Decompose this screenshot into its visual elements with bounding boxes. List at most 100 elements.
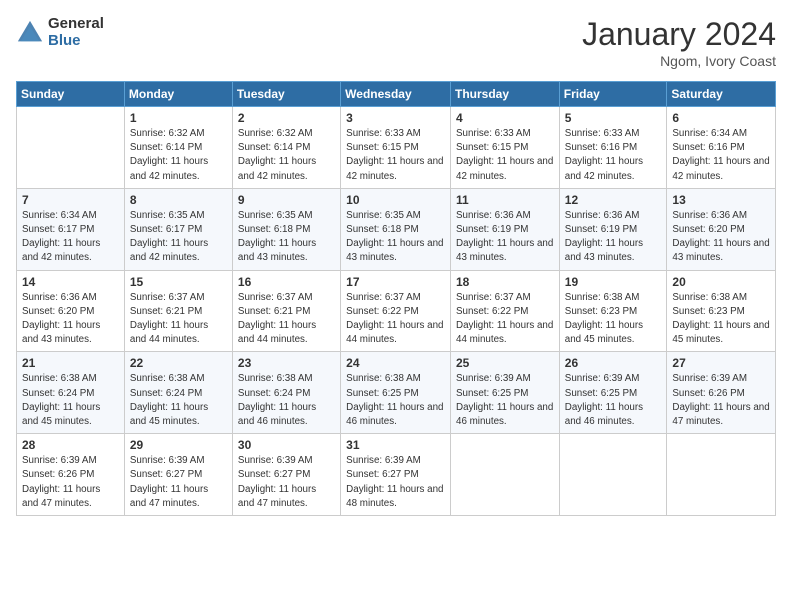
logo-icon <box>16 19 44 47</box>
day-number: 16 <box>238 275 335 289</box>
day-info: Sunrise: 6:35 AM Sunset: 6:17 PM Dayligh… <box>130 209 227 266</box>
calendar-cell <box>559 434 667 516</box>
day-info: Sunrise: 6:39 AM Sunset: 6:25 PM Dayligh… <box>456 372 554 429</box>
day-number: 7 <box>22 193 119 207</box>
day-info: Sunrise: 6:37 AM Sunset: 6:21 PM Dayligh… <box>238 291 335 348</box>
col-saturday: Saturday <box>667 82 776 107</box>
calendar-cell: 22 Sunrise: 6:38 AM Sunset: 6:24 PM Dayli… <box>124 352 232 434</box>
day-number: 25 <box>456 356 554 370</box>
col-friday: Friday <box>559 82 667 107</box>
calendar-cell: 17 Sunrise: 6:37 AM Sunset: 6:22 PM Dayli… <box>341 270 451 352</box>
day-info: Sunrise: 6:39 AM Sunset: 6:26 PM Dayligh… <box>22 454 119 511</box>
calendar-cell: 3 Sunrise: 6:33 AM Sunset: 6:15 PM Daylig… <box>341 107 451 189</box>
page-container: General Blue January 2024 Ngom, Ivory Co… <box>0 0 792 524</box>
calendar-cell: 4 Sunrise: 6:33 AM Sunset: 6:15 PM Daylig… <box>451 107 560 189</box>
day-number: 26 <box>565 356 662 370</box>
day-number: 5 <box>565 111 662 125</box>
day-info: Sunrise: 6:33 AM Sunset: 6:16 PM Dayligh… <box>565 127 662 184</box>
month-title: January 2024 <box>582 16 776 53</box>
day-number: 22 <box>130 356 227 370</box>
day-number: 11 <box>456 193 554 207</box>
week-row-3: 14 Sunrise: 6:36 AM Sunset: 6:20 PM Dayli… <box>17 270 776 352</box>
day-number: 20 <box>672 275 770 289</box>
location: Ngom, Ivory Coast <box>582 53 776 69</box>
calendar-cell: 14 Sunrise: 6:36 AM Sunset: 6:20 PM Dayli… <box>17 270 125 352</box>
calendar-cell: 11 Sunrise: 6:36 AM Sunset: 6:19 PM Dayli… <box>451 188 560 270</box>
logo-blue: Blue <box>48 33 104 50</box>
day-number: 31 <box>346 438 445 452</box>
day-info: Sunrise: 6:39 AM Sunset: 6:27 PM Dayligh… <box>346 454 445 511</box>
day-info: Sunrise: 6:38 AM Sunset: 6:23 PM Dayligh… <box>672 291 770 348</box>
calendar-table: Sunday Monday Tuesday Wednesday Thursday… <box>16 81 776 516</box>
day-info: Sunrise: 6:38 AM Sunset: 6:24 PM Dayligh… <box>22 372 119 429</box>
calendar-cell <box>667 434 776 516</box>
calendar-cell: 24 Sunrise: 6:38 AM Sunset: 6:25 PM Dayli… <box>341 352 451 434</box>
day-number: 18 <box>456 275 554 289</box>
calendar-cell: 21Sunrise: 6:38 AM Sunset: 6:24 PM Dayli… <box>17 352 125 434</box>
logo: General Blue <box>16 16 104 49</box>
day-number: 29 <box>130 438 227 452</box>
day-number: 24 <box>346 356 445 370</box>
day-number: 30 <box>238 438 335 452</box>
day-number: 3 <box>346 111 445 125</box>
col-tuesday: Tuesday <box>232 82 340 107</box>
calendar-cell <box>17 107 125 189</box>
day-number: 17 <box>346 275 445 289</box>
day-info: Sunrise: 6:33 AM Sunset: 6:15 PM Dayligh… <box>456 127 554 184</box>
day-info: Sunrise: 6:39 AM Sunset: 6:25 PM Dayligh… <box>565 372 662 429</box>
title-block: January 2024 Ngom, Ivory Coast <box>582 16 776 69</box>
calendar-cell: 30 Sunrise: 6:39 AM Sunset: 6:27 PM Dayli… <box>232 434 340 516</box>
day-number: 12 <box>565 193 662 207</box>
calendar-cell: 7Sunrise: 6:34 AM Sunset: 6:17 PM Daylig… <box>17 188 125 270</box>
col-thursday: Thursday <box>451 82 560 107</box>
calendar-cell: 29 Sunrise: 6:39 AM Sunset: 6:27 PM Dayli… <box>124 434 232 516</box>
day-number: 14 <box>22 275 119 289</box>
calendar-cell: 2Sunrise: 6:32 AM Sunset: 6:14 PM Daylig… <box>232 107 340 189</box>
day-info: Sunrise: 6:38 AM Sunset: 6:23 PM Dayligh… <box>565 291 662 348</box>
day-info: Sunrise: 6:32 AM Sunset: 6:14 PM Dayligh… <box>130 127 227 184</box>
calendar-cell: 23Sunrise: 6:38 AM Sunset: 6:24 PM Dayli… <box>232 352 340 434</box>
day-number: 28 <box>22 438 119 452</box>
calendar-cell: 13Sunrise: 6:36 AM Sunset: 6:20 PM Dayli… <box>667 188 776 270</box>
day-number: 4 <box>456 111 554 125</box>
col-monday: Monday <box>124 82 232 107</box>
day-info: Sunrise: 6:36 AM Sunset: 6:19 PM Dayligh… <box>456 209 554 266</box>
calendar-cell: 8Sunrise: 6:35 AM Sunset: 6:17 PM Daylig… <box>124 188 232 270</box>
day-info: Sunrise: 6:39 AM Sunset: 6:27 PM Dayligh… <box>130 454 227 511</box>
col-wednesday: Wednesday <box>341 82 451 107</box>
page-header: General Blue January 2024 Ngom, Ivory Co… <box>16 16 776 69</box>
calendar-cell: 31 Sunrise: 6:39 AM Sunset: 6:27 PM Dayli… <box>341 434 451 516</box>
calendar-cell: 15 Sunrise: 6:37 AM Sunset: 6:21 PM Dayli… <box>124 270 232 352</box>
day-number: 27 <box>672 356 770 370</box>
day-info: Sunrise: 6:38 AM Sunset: 6:24 PM Dayligh… <box>130 372 227 429</box>
day-number: 13 <box>672 193 770 207</box>
day-info: Sunrise: 6:39 AM Sunset: 6:27 PM Dayligh… <box>238 454 335 511</box>
day-number: 23 <box>238 356 335 370</box>
week-row-1: 1Sunrise: 6:32 AM Sunset: 6:14 PM Daylig… <box>17 107 776 189</box>
calendar-cell: 5 Sunrise: 6:33 AM Sunset: 6:16 PM Daylig… <box>559 107 667 189</box>
calendar-cell <box>451 434 560 516</box>
day-info: Sunrise: 6:36 AM Sunset: 6:20 PM Dayligh… <box>22 291 119 348</box>
week-row-5: 28 Sunrise: 6:39 AM Sunset: 6:26 PM Dayli… <box>17 434 776 516</box>
day-number: 2 <box>238 111 335 125</box>
day-info: Sunrise: 6:35 AM Sunset: 6:18 PM Dayligh… <box>346 209 445 266</box>
day-number: 6 <box>672 111 770 125</box>
calendar-cell: 10Sunrise: 6:35 AM Sunset: 6:18 PM Dayli… <box>341 188 451 270</box>
day-info: Sunrise: 6:33 AM Sunset: 6:15 PM Dayligh… <box>346 127 445 184</box>
day-number: 15 <box>130 275 227 289</box>
day-info: Sunrise: 6:36 AM Sunset: 6:19 PM Dayligh… <box>565 209 662 266</box>
calendar-cell: 16 Sunrise: 6:37 AM Sunset: 6:21 PM Dayli… <box>232 270 340 352</box>
calendar-cell: 27Sunrise: 6:39 AM Sunset: 6:26 PM Dayli… <box>667 352 776 434</box>
logo-text: General Blue <box>48 16 104 49</box>
day-info: Sunrise: 6:38 AM Sunset: 6:25 PM Dayligh… <box>346 372 445 429</box>
day-info: Sunrise: 6:37 AM Sunset: 6:22 PM Dayligh… <box>346 291 445 348</box>
calendar-cell: 1Sunrise: 6:32 AM Sunset: 6:14 PM Daylig… <box>124 107 232 189</box>
day-number: 19 <box>565 275 662 289</box>
calendar-cell: 18Sunrise: 6:37 AM Sunset: 6:22 PM Dayli… <box>451 270 560 352</box>
day-info: Sunrise: 6:35 AM Sunset: 6:18 PM Dayligh… <box>238 209 335 266</box>
day-info: Sunrise: 6:37 AM Sunset: 6:21 PM Dayligh… <box>130 291 227 348</box>
day-info: Sunrise: 6:34 AM Sunset: 6:16 PM Dayligh… <box>672 127 770 184</box>
calendar-header-row: Sunday Monday Tuesday Wednesday Thursday… <box>17 82 776 107</box>
calendar-cell: 12 Sunrise: 6:36 AM Sunset: 6:19 PM Dayli… <box>559 188 667 270</box>
col-sunday: Sunday <box>17 82 125 107</box>
